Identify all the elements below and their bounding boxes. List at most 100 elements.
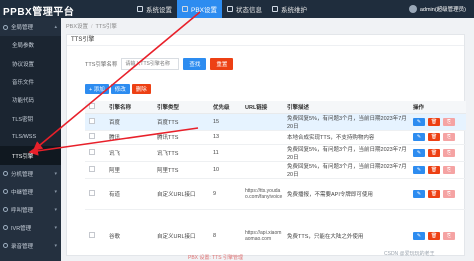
table-header: 引擎名称 引擎类型 优先级 URL链接 引擎描述 操作 bbox=[85, 101, 466, 114]
row-checkbox[interactable] bbox=[89, 190, 95, 196]
edit-button[interactable]: 修改 bbox=[110, 84, 130, 94]
topnav-pbx-settings[interactable]: PBX设置 bbox=[177, 0, 223, 18]
topnav-label: PBX设置 bbox=[191, 7, 218, 14]
delete-button[interactable]: 删除 bbox=[131, 84, 151, 94]
menu-icon bbox=[3, 207, 8, 213]
sidebar-item-label: 呼叫管理 bbox=[11, 207, 34, 214]
sidebar-item-tls-wss[interactable]: TLS/WSS bbox=[0, 127, 61, 147]
breadcrumb-parent[interactable]: PBX设置 bbox=[66, 24, 88, 30]
engine-url bbox=[241, 161, 283, 179]
trash-icon[interactable]: 🗑 bbox=[428, 190, 440, 198]
sidebar-item-global-params[interactable]: 全局参数 bbox=[0, 36, 61, 55]
row-actions: ✎ 🗑 ⎘ bbox=[409, 161, 466, 179]
trash-icon[interactable]: 🗑 bbox=[428, 232, 440, 240]
status-icon bbox=[227, 6, 234, 12]
search-button[interactable]: 查找 bbox=[183, 58, 207, 70]
sidebar-item-label: TLS密钥 bbox=[12, 116, 34, 123]
engine-name: 有道 bbox=[105, 178, 153, 210]
sidebar-item-label: 录音管理 bbox=[11, 243, 34, 250]
clone-icon[interactable]: ⎘ bbox=[443, 166, 455, 174]
topnav-label: 系统设置 bbox=[146, 7, 172, 14]
tts-name-input[interactable] bbox=[121, 58, 180, 70]
app-title: PPBX管理平台 bbox=[3, 7, 75, 18]
row-checkbox[interactable] bbox=[89, 133, 95, 140]
user-menu[interactable]: admin(超级管理员) bbox=[408, 0, 466, 18]
breadcrumb: PBX设置 / TTS引擎 bbox=[66, 22, 117, 30]
engine-desc: 免费回复5%，有问题3个月，当前日期2023年7月20日 bbox=[283, 113, 409, 131]
sidebar-item-extensions[interactable]: 分机管理 ▾ bbox=[0, 165, 61, 183]
table-row[interactable]: 腾讯 腾讯TTS 13 本地合成实现TTS，不支持购物内容 ✎ 🗑 ⎘ bbox=[85, 130, 466, 145]
row-checkbox[interactable] bbox=[89, 117, 95, 124]
table-row[interactable]: 阿里 阿里TTS 10 免费回复5%，有问题3个月，当前日期2023年7月20日… bbox=[85, 161, 466, 179]
engine-type: 阿里TTS bbox=[153, 161, 209, 179]
settings-icon bbox=[137, 6, 143, 12]
sidebar-item-trunks[interactable]: 中继管理 ▾ bbox=[0, 183, 61, 201]
trash-icon[interactable]: 🗑 bbox=[428, 149, 440, 157]
row-actions: ✎ 🗑 ⎘ bbox=[409, 130, 466, 145]
sidebar-item-tls-key[interactable]: TLS密钥 bbox=[0, 109, 61, 128]
trash-icon[interactable]: 🗑 bbox=[428, 133, 440, 142]
row-select-cell[interactable] bbox=[85, 144, 105, 162]
main-panel: TTS引擎 TTS引擎名称 查找 重置 + 添加 修改 删除 引擎名称 引擎类型… bbox=[66, 34, 466, 261]
edit-icon[interactable]: ✎ bbox=[413, 133, 425, 142]
topnav-system-settings[interactable]: 系统设置 bbox=[132, 0, 177, 18]
chevron-down-icon: ▾ bbox=[54, 170, 57, 177]
trash-icon[interactable]: 🗑 bbox=[428, 117, 440, 126]
sidebar-item-protocol[interactable]: 协议设置 bbox=[0, 54, 61, 73]
row-select-cell[interactable] bbox=[85, 161, 105, 179]
trash-icon[interactable]: 🗑 bbox=[428, 166, 440, 174]
column-header[interactable]: 引擎描述 bbox=[283, 101, 409, 114]
sidebar: 全局管理 ▴ 全局参数 协议设置 音乐文件 功能代码 TLS密钥 TLS/WSS … bbox=[0, 18, 61, 261]
row-select-cell[interactable] bbox=[85, 113, 105, 131]
column-header[interactable]: 引擎名称 bbox=[105, 101, 153, 114]
edit-icon[interactable]: ✎ bbox=[413, 149, 425, 157]
engine-priority: 15 bbox=[209, 113, 241, 131]
edit-icon[interactable]: ✎ bbox=[413, 117, 425, 126]
edit-icon[interactable]: ✎ bbox=[413, 190, 425, 198]
add-button[interactable]: + 添加 bbox=[85, 84, 109, 94]
column-header[interactable]: URL链接 bbox=[241, 101, 283, 114]
engine-name: 腾讯 bbox=[105, 130, 153, 145]
reset-button[interactable]: 重置 bbox=[210, 58, 234, 70]
sidebar-item-ivr[interactable]: IVR管理 ▾ bbox=[0, 219, 61, 237]
user-name: admin(超级管理员) bbox=[419, 7, 466, 13]
edit-icon[interactable]: ✎ bbox=[413, 166, 425, 174]
chevron-down-icon: ▾ bbox=[54, 188, 57, 195]
clone-icon[interactable]: ⎘ bbox=[443, 190, 455, 198]
chevron-down-icon: ▾ bbox=[54, 242, 57, 249]
clone-icon[interactable]: ⎘ bbox=[443, 232, 455, 240]
topnav-status-info[interactable]: 状态信息 bbox=[222, 0, 267, 18]
sidebar-item-music[interactable]: 音乐文件 bbox=[0, 72, 61, 92]
table-row[interactable]: 讯飞 讯飞TTS 11 免费回复5%，有问题3个月，当前日期2023年7月20日… bbox=[85, 144, 466, 162]
topnav-system-maintenance[interactable]: 系统维护 bbox=[267, 0, 312, 18]
sidebar-item-label: 音乐文件 bbox=[12, 79, 35, 86]
engine-name: 百度 bbox=[105, 113, 153, 131]
row-select-cell[interactable] bbox=[85, 178, 105, 210]
sidebar-item-label: 协议设置 bbox=[12, 61, 35, 68]
edit-icon[interactable]: ✎ bbox=[413, 232, 425, 240]
clone-icon[interactable]: ⎘ bbox=[443, 133, 455, 142]
menu-icon bbox=[3, 24, 8, 30]
table-row[interactable]: 有道 自定义URL接口 9 https://tts.youdao.com/fan… bbox=[85, 178, 466, 210]
engine-type: 自定义URL接口 bbox=[153, 178, 209, 210]
row-checkbox[interactable] bbox=[89, 232, 95, 238]
table-row[interactable]: 百度 百度TTS 15 免费回复5%，有问题3个月，当前日期2023年7月20日… bbox=[85, 113, 466, 131]
column-header[interactable]: 优先级 bbox=[209, 101, 241, 114]
clone-icon[interactable]: ⎘ bbox=[443, 117, 455, 126]
sidebar-item-feature-codes[interactable]: 功能代码 bbox=[0, 91, 61, 110]
row-select-cell[interactable] bbox=[85, 130, 105, 145]
sidebar-item-tts[interactable]: TTS引擎 bbox=[0, 146, 61, 165]
row-select-cell[interactable] bbox=[85, 209, 105, 261]
select-all-checkbox[interactable] bbox=[89, 102, 95, 109]
select-all-header[interactable] bbox=[85, 101, 105, 114]
row-checkbox[interactable] bbox=[89, 149, 95, 155]
column-header[interactable]: 引擎类型 bbox=[153, 101, 209, 114]
sidebar-item-calls[interactable]: 呼叫管理 ▾ bbox=[0, 201, 61, 219]
sidebar-item-global[interactable]: 全局管理 ▴ bbox=[0, 18, 61, 36]
row-checkbox[interactable] bbox=[89, 166, 95, 172]
tts-table: 引擎名称 引擎类型 优先级 URL链接 引擎描述 操作 百度 百度TTS 15 … bbox=[85, 101, 466, 261]
clone-icon[interactable]: ⎘ bbox=[443, 149, 455, 157]
sidebar-item-recording[interactable]: 录音管理 ▾ bbox=[0, 237, 61, 255]
sidebar-item-label: TLS/WSS bbox=[12, 134, 37, 141]
engine-url bbox=[241, 144, 283, 162]
